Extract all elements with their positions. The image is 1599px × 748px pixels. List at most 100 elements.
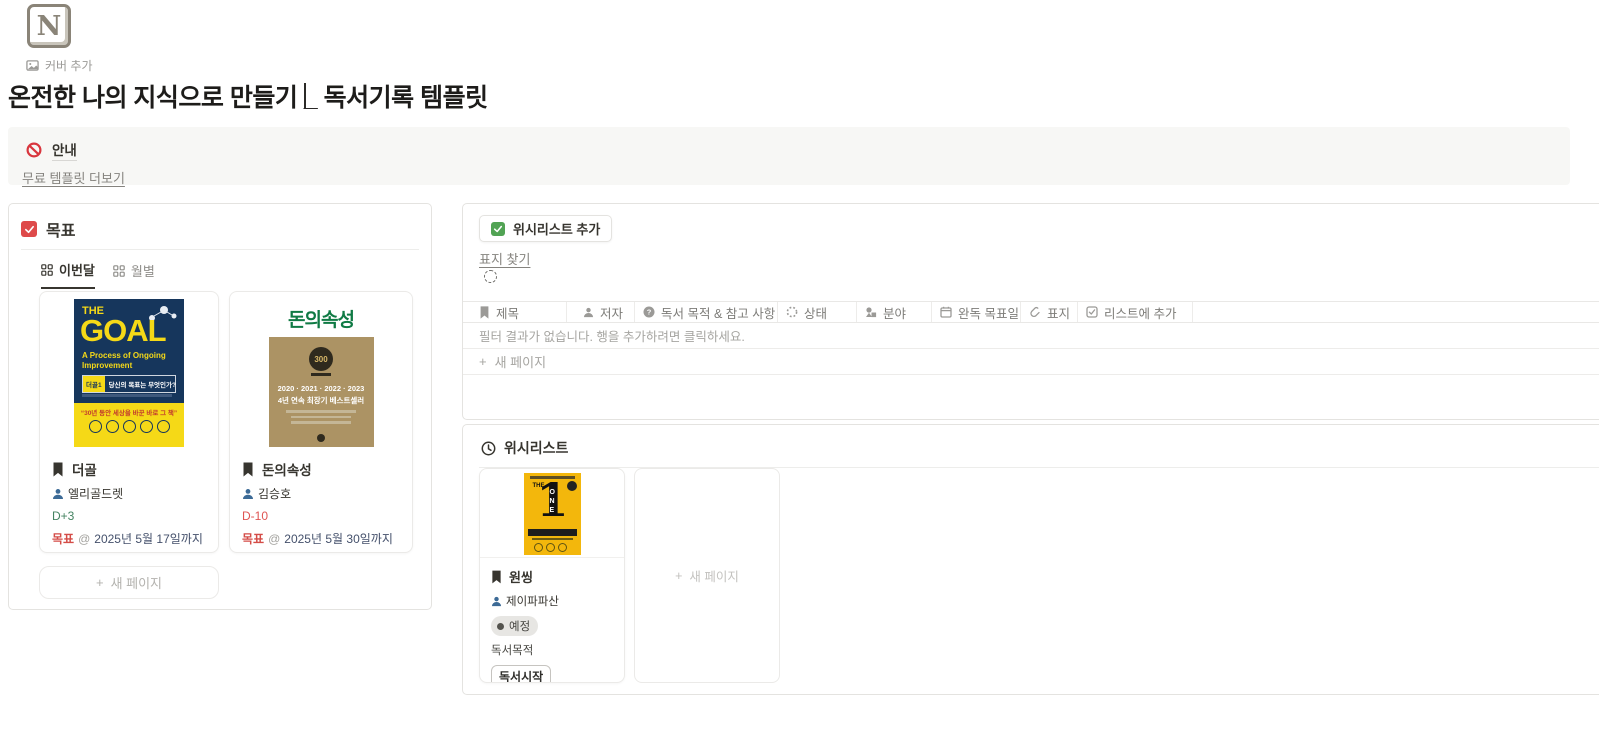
dday-value: D+3 [52,509,75,523]
notion-page: N 커버 추가 온전한 나의 지식으로 만들기 _ 독서기록 템플릿 안내 무료… [0,0,1599,748]
column-target-date[interactable]: 완독 목표일 [932,302,1021,322]
cover-text: 더골1 [83,376,105,392]
goals-panel: 목표 이번달 월별 THE GOAL A Process of Ongoing … [8,203,432,610]
column-label: 상태 [804,306,828,321]
table-new-page-button[interactable]: + 새 페이지 [463,349,1599,375]
goals-view-tabs: 이번달 월별 [9,250,431,289]
plus-icon: + [675,568,683,583]
goal-date: 2025년 5월 30일까지 [284,532,393,546]
bookmark-icon [491,570,502,584]
wishlist-add-panel: 위시리스트 추가 표지 찾기 제목 저자 ? 독서 목적 & 참고 사항 상태 … [462,203,1599,420]
cover-microtext-bar [291,421,351,424]
cover-band [527,529,577,536]
red-checkbox-icon [21,221,37,237]
cover-microtext-bar [286,410,356,413]
tab-label: 이번달 [59,263,95,278]
book-cover: 돈의속성 300 2020 · 2021 · 2022 · 2023 4년 연속… [230,292,412,448]
cover-text: 당신의 목표는 무엇인가? [108,382,176,389]
clock-icon [481,441,496,456]
column-label: 제목 [496,306,520,321]
award-badges [74,420,184,433]
cover-ribbon [311,373,331,376]
tab-monthly[interactable]: 월별 [113,261,155,288]
book-author: 엘리골드렛 [68,487,124,501]
dashed-circle-icon [484,270,497,283]
new-page-label: 새 페이지 [110,576,163,591]
tab-this-month[interactable]: 이번달 [41,260,95,289]
green-checkbox-icon [491,221,505,236]
text-cursor [304,83,306,108]
dday-value: D-10 [242,509,269,523]
goals-title: 목표 [46,223,76,240]
wishlist-new-page-card[interactable]: + 새 페이지 [634,468,780,683]
notice-callout: 안내 무료 템플릿 더보기 [8,127,1570,187]
column-label: 분야 [883,306,907,321]
purpose-label: 독서목적 [491,645,534,657]
wishlist-add-button[interactable]: 위시리스트 추가 [479,215,613,242]
calendar-icon [940,306,952,318]
wishlist-title: 위시리스트 [504,440,569,456]
wishlist-panel: 위시리스트 THE 1 O N E 원씽 제이파파산 예정 독서목적 독서시작 … [462,424,1599,695]
find-cover-link[interactable]: 표지 찾기 [479,249,530,268]
column-status[interactable]: 상태 [778,302,857,322]
award-badges [533,543,567,552]
book-cover: THE 1 O N E [480,469,624,558]
svg-text:?: ? [647,308,652,317]
table-header-row: 제목 저자 ? 독서 목적 & 참고 사항 상태 분야 완독 목표일 표지 리스… [463,301,1599,323]
column-label: 저자 [600,306,624,321]
column-purpose[interactable]: ? 독서 목적 & 참고 사항 [635,302,778,322]
at-sign: @ [268,531,281,546]
column-label: 리스트에 추가 [1104,306,1177,321]
book-author: 제이파파산 [506,596,559,608]
cover-text: 4년 연속 최장기 베스트셀러 [277,396,365,405]
add-cover-button[interactable]: 커버 추가 [26,57,93,74]
goals-new-page-button[interactable]: + 새 페이지 [39,566,219,599]
column-title[interactable]: 제목 [463,302,567,322]
table-empty-row[interactable]: 필터 결과가 없습니다. 행을 추가하려면 클릭하세요. [463,323,1599,349]
goal-label: 목표 [242,532,265,546]
column-label: 표지 [1047,306,1071,321]
column-cover[interactable]: 표지 [1021,302,1078,322]
column-spacer [1193,302,1599,322]
add-cover-label: 커버 추가 [45,59,93,73]
bookmark-icon [52,462,64,477]
help-circle-icon: ? [643,306,655,318]
book-author: 김승호 [258,487,292,501]
cover-text: 돈의속성 [288,309,355,331]
wishlist-card-one-thing[interactable]: THE 1 O N E 원씽 제이파파산 예정 독서목적 독서시작 [479,468,625,683]
book-cover: THE GOAL A Process of Ongoing Improvemen… [40,292,218,448]
goal-card-the-goal[interactable]: THE GOAL A Process of Ongoing Improvemen… [39,291,219,553]
bookmark-icon [242,462,254,477]
status-label: 예정 [509,621,531,633]
notice-title: 안내 [52,139,77,161]
cover-badge [566,481,577,491]
goal-label: 목표 [52,532,75,546]
person-icon [491,596,502,607]
wishlist-add-label: 위시리스트 추가 [513,222,601,237]
person-icon [242,488,254,500]
start-reading-button[interactable]: 독서시작 [491,665,552,682]
wishlist-table: 제목 저자 ? 독서 목적 & 참고 사항 상태 분야 완독 목표일 표지 리스… [463,301,1599,375]
tab-label: 월별 [130,264,155,279]
column-add-to-list[interactable]: 리스트에 추가 [1078,302,1193,322]
cover-text: “30년 동안 세상을 바꾼 바로 그 책” [80,410,178,417]
column-category[interactable]: 분야 [857,302,932,322]
status-dotted-icon [786,306,798,318]
goal-card-money[interactable]: 돈의속성 300 2020 · 2021 · 2022 · 2023 4년 연속… [229,291,413,553]
new-page-label: 새 페이지 [689,570,739,584]
paperclip-icon [1029,306,1041,318]
column-label: 독서 목적 & 참고 사항 [661,306,776,321]
column-author[interactable]: 저자 [567,302,635,322]
checkbox-icon [1086,306,1098,318]
cover-text: A Process of Ongoing Improvement [82,351,166,370]
status-badge: 예정 [491,616,539,636]
cover-text: 2020 · 2021 · 2022 · 2023 [277,384,365,393]
free-template-link[interactable]: 무료 템플릿 더보기 [22,168,125,187]
page-title[interactable]: 온전한 나의 지식으로 만들기 _ 독서기록 템플릿 [8,78,488,114]
gallery-view-icon [41,263,53,276]
plus-icon: + [479,354,487,369]
cover-microtext-bar [82,394,172,397]
notion-logo[interactable]: N [27,4,71,48]
plus-icon: + [95,575,104,590]
cover-microtext-bar [291,415,351,418]
